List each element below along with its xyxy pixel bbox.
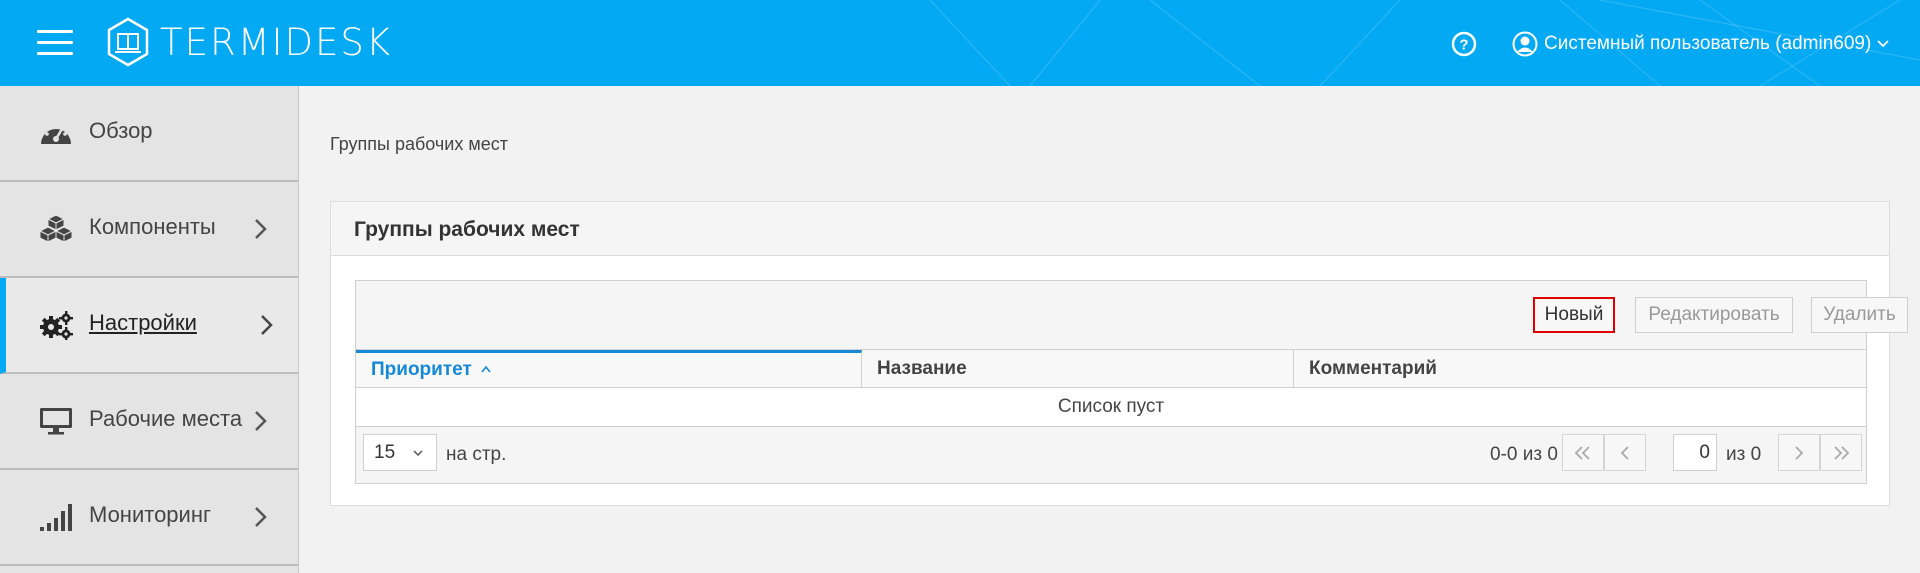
sidebar-item-settings[interactable]: Настройки bbox=[0, 278, 298, 374]
sidebar-item-label: Мониторинг bbox=[89, 502, 212, 527]
sidebar-item-workplaces[interactable]: Рабочие места bbox=[0, 374, 298, 470]
workplace-groups-panel: Группы рабочих мест Новый Редактировать … bbox=[330, 201, 1908, 506]
user-name: Системный пользователь (admin609) bbox=[1544, 33, 1872, 54]
column-header-name[interactable]: Название bbox=[862, 350, 1294, 387]
sidebar-item-label: Рабочие места bbox=[89, 406, 243, 431]
next-page-button[interactable] bbox=[1778, 434, 1820, 471]
dashboard-icon bbox=[41, 123, 71, 144]
per-page-value: 15 bbox=[374, 442, 396, 463]
panel-title: Группы рабочих мест bbox=[354, 218, 580, 241]
logo-text: TERMIDESK bbox=[160, 20, 393, 64]
svg-text:?: ? bbox=[1459, 37, 1468, 54]
new-button[interactable]: Новый bbox=[1533, 297, 1615, 333]
user-menu[interactable]: Системный пользователь (admin609) bbox=[1512, 31, 1889, 57]
per-page-label: на стр. bbox=[446, 444, 507, 465]
chevron-down-icon bbox=[1877, 40, 1889, 48]
chevron-right-icon bbox=[255, 507, 267, 527]
data-grid: Новый Редактировать Удалить Приоритет На… bbox=[355, 280, 1908, 484]
logo[interactable]: TERMIDESK bbox=[106, 17, 392, 67]
settings-icon bbox=[40, 311, 73, 340]
components-icon bbox=[39, 214, 73, 243]
menu-icon[interactable] bbox=[37, 30, 73, 56]
pagination-bar: 15 на стр. 0-0 из 0 0 из 0 bbox=[356, 427, 1866, 483]
first-page-button[interactable] bbox=[1562, 434, 1604, 471]
per-page-select[interactable]: 15 bbox=[363, 434, 437, 471]
page-number-input[interactable]: 0 bbox=[1673, 434, 1717, 471]
sidebar-item-label: Компоненты bbox=[89, 214, 216, 239]
chevron-right-icon bbox=[255, 411, 267, 431]
column-label: Название bbox=[877, 358, 967, 379]
edit-button[interactable]: Редактировать bbox=[1635, 297, 1793, 333]
last-page-button[interactable] bbox=[1820, 434, 1862, 471]
help-icon[interactable]: ? bbox=[1451, 31, 1477, 57]
sidebar-item-components[interactable]: Компоненты bbox=[0, 182, 298, 278]
top-header: TERMIDESK ? Системный пользователь (admi… bbox=[0, 0, 1920, 86]
grid-toolbar: Новый Редактировать Удалить bbox=[356, 281, 1908, 350]
column-label: Приоритет bbox=[371, 359, 472, 380]
empty-list-message: Список пуст bbox=[356, 388, 1866, 427]
prev-page-button[interactable] bbox=[1604, 434, 1646, 471]
chevron-left-icon bbox=[1620, 445, 1629, 460]
panel-header: Группы рабочих мест bbox=[331, 202, 1889, 256]
user-icon bbox=[1512, 31, 1538, 57]
chevron-down-icon bbox=[413, 450, 423, 457]
range-label: 0-0 из 0 bbox=[1490, 444, 1558, 465]
delete-button[interactable]: Удалить bbox=[1811, 297, 1908, 333]
breadcrumb: Группы рабочих мест bbox=[330, 134, 508, 154]
page-total-label: из 0 bbox=[1726, 444, 1762, 465]
column-header-priority[interactable]: Приоритет bbox=[356, 350, 862, 387]
logo-icon bbox=[107, 17, 149, 67]
sidebar-item-monitoring[interactable]: Мониторинг bbox=[0, 470, 298, 566]
column-header-comment[interactable]: Комментарий bbox=[1294, 350, 1866, 387]
monitor-icon bbox=[40, 408, 72, 435]
signal-icon bbox=[40, 504, 72, 531]
chevron-right-icon bbox=[261, 315, 273, 335]
chevron-right-icon bbox=[255, 219, 267, 239]
sidebar-item-label: Настройки bbox=[89, 310, 197, 335]
table-header: Приоритет Название Комментарий bbox=[356, 350, 1866, 388]
double-chevron-left-icon bbox=[1574, 445, 1590, 460]
sidebar: Обзор Компоненты Настройки Рабочие места… bbox=[0, 86, 299, 573]
sidebar-item-label: Обзор bbox=[89, 118, 153, 143]
double-chevron-right-icon bbox=[1834, 445, 1850, 460]
column-label: Комментарий bbox=[1309, 358, 1437, 379]
sidebar-item-overview[interactable]: Обзор bbox=[0, 86, 298, 182]
chevron-right-icon bbox=[1795, 445, 1804, 460]
sort-asc-icon bbox=[481, 365, 491, 373]
